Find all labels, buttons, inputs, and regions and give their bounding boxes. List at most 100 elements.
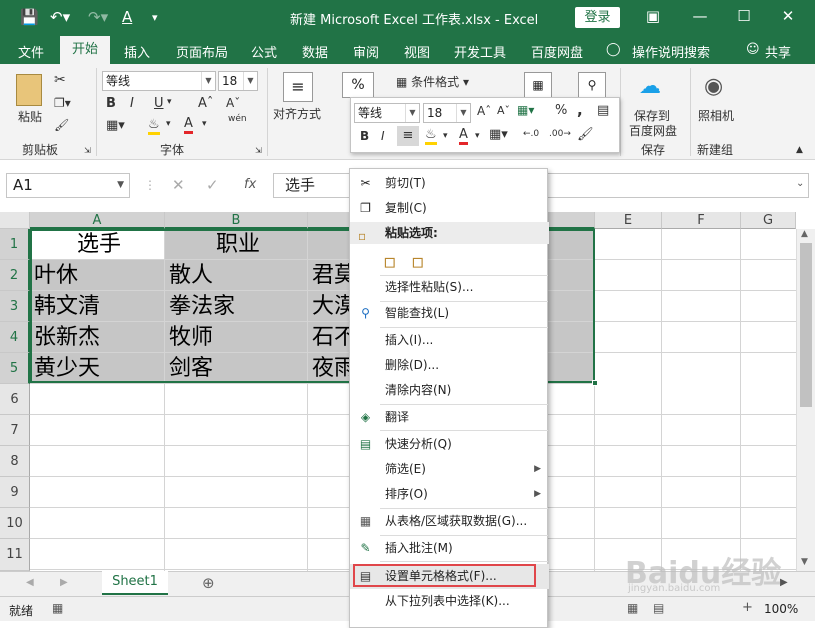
row-header-4[interactable]: 4 [0,322,30,353]
tab-file[interactable]: 文件 [18,42,44,61]
paste-keep-format-icon[interactable]: ▫ [383,249,397,273]
tab-view[interactable]: 视图 [404,42,430,61]
scroll-up-icon[interactable]: ▲ [801,229,808,239]
clipboard-launcher-icon[interactable]: ⇲ [84,146,91,155]
mini-shrink-font-icon[interactable]: Aˇ [497,104,510,117]
select-all-corner[interactable] [0,212,30,229]
enter-formula-icon[interactable]: ✓ [206,176,219,194]
cut-icon[interactable]: ✂ [54,72,66,88]
menu-item-get-data[interactable]: ▦ 从表格/区域获取数据(G)... [350,509,549,534]
italic-icon[interactable]: I [130,96,134,111]
mini-font-name-combo[interactable]: 等线 ▼ [354,103,420,123]
tell-me-search[interactable]: 操作说明搜索 [632,42,710,61]
insert-function-icon[interactable]: fx [244,177,256,192]
menu-item-translate[interactable]: ◈ 翻译 [350,405,549,430]
macro-record-icon[interactable]: ▦ [52,601,63,615]
row-header-3[interactable]: 3 [0,291,30,322]
redo-icon[interactable]: ↷▾ [88,8,108,26]
copy-icon[interactable]: ❐▾ [54,96,71,110]
mini-center-align-icon[interactable]: ≡ [397,126,419,146]
column-header-g[interactable]: G [741,212,796,229]
cell-b5[interactable]: 剑客 [165,353,308,384]
tab-page-layout[interactable]: 页面布局 [176,42,228,61]
collapse-ribbon-icon[interactable]: ▲ [796,145,803,155]
alignment-button[interactable]: 对齐方式 [273,105,321,122]
minimize-icon[interactable]: — [688,7,712,25]
paste-values-icon[interactable]: ▫ [411,249,425,273]
maximize-icon[interactable]: ☐ [732,7,756,25]
font-color-quick-icon[interactable]: A [122,8,132,26]
mini-font-color-dropdown-icon[interactable]: ▾ [475,131,480,141]
prev-sheet-icon[interactable]: ◀ [26,577,34,588]
share-button[interactable]: 共享 [765,42,791,61]
mini-format-table-icon[interactable]: ▤ [597,103,609,118]
font-size-combo[interactable]: 18 ▼ [218,71,258,91]
tab-home[interactable]: 开始 [60,36,110,64]
cancel-formula-icon[interactable]: ✕ [172,176,185,194]
save-icon[interactable]: 💾 [20,8,39,26]
borders-icon[interactable]: ▦▾ [106,118,125,133]
mini-bold-icon[interactable]: B [360,129,369,143]
cell-a3[interactable]: 韩文清 [30,291,165,322]
cell-a2[interactable]: 叶休 [30,260,165,291]
expand-formula-icon[interactable]: ⌄ [796,178,804,189]
ribbon-display-icon[interactable]: ▣ [641,7,665,25]
underline-dropdown-icon[interactable]: ▾ [167,97,172,107]
page-layout-view-icon[interactable]: ▤ [653,601,664,615]
normal-view-icon[interactable]: ▦ [627,601,638,615]
cell-b3[interactable]: 拳法家 [165,291,308,322]
close-icon[interactable]: ✕ [776,7,800,25]
row-header-11[interactable]: 11 [0,539,30,571]
undo-icon[interactable]: ↶▾ [50,8,70,26]
tab-review[interactable]: 审阅 [353,42,379,61]
row-header-2[interactable]: 2 [0,260,30,291]
mini-fill-color-icon[interactable]: ♨ [425,127,437,145]
name-box[interactable]: A1 ▼ [6,173,130,198]
camera-button[interactable]: 照相机 [698,107,734,124]
format-painter-icon[interactable]: 🖌 [54,118,69,132]
menu-item-paste-special[interactable]: 选择性粘贴(S)... [350,275,549,300]
mini-decrease-decimal-icon[interactable]: .00→ [549,129,571,139]
tab-baidu-netdisk[interactable]: 百度网盘 [531,42,583,61]
mini-grow-font-icon[interactable]: Aˆ [477,104,491,118]
column-header-e[interactable]: E [595,212,662,229]
row-header-1[interactable]: 1 [0,229,30,260]
conditional-format-button[interactable]: ▦ 条件格式 ▾ [396,73,469,90]
font-color-icon[interactable]: A [184,116,193,134]
mini-italic-icon[interactable]: I [381,129,385,143]
name-box-dropdown-icon[interactable]: ▼ [117,174,124,197]
add-sheet-icon[interactable]: ⊕ [202,574,215,592]
zoom-in-icon[interactable]: + [742,600,753,615]
zoom-level[interactable]: 100% [764,602,798,616]
number-format-icon[interactable]: % [342,72,374,98]
scroll-down-icon[interactable]: ▼ [801,557,808,567]
mini-font-size-combo[interactable]: 18 ▼ [423,103,471,123]
menu-item-filter[interactable]: 筛选(E) ▶ [350,457,549,482]
font-launcher-icon[interactable]: ⇲ [255,146,262,155]
grow-font-icon[interactable]: Aˆ [198,96,213,111]
row-header-5[interactable]: 5 [0,353,30,384]
cell-b1[interactable]: 职业 [165,229,308,260]
save-baidu-label-2[interactable]: 百度网盘 [629,122,677,139]
row-header-6[interactable]: 6 [0,384,30,415]
tab-data[interactable]: 数据 [302,42,328,61]
row-header-9[interactable]: 9 [0,477,30,508]
menu-item-copy[interactable]: ❐ 复制(C) [350,196,549,221]
mini-comma-icon[interactable]: , [577,101,583,119]
fill-color-icon[interactable]: ♨ [148,117,160,135]
vertical-scroll-thumb[interactable] [800,243,812,407]
mini-font-color-icon[interactable]: A [459,127,468,145]
vertical-scrollbar[interactable]: ▲ ▼ [796,229,815,571]
row-header-10[interactable]: 10 [0,508,30,539]
menu-item-smart-lookup[interactable]: ⚲ 智能查找(L) [350,301,549,326]
menu-item-insert[interactable]: 插入(I)... [350,328,549,353]
menu-item-quick-analysis[interactable]: ▤ 快速分析(Q) [350,432,549,457]
camera-icon[interactable]: ◉ [704,74,723,99]
cell-a1[interactable]: 选手 [30,229,165,260]
menu-item-sort[interactable]: 排序(O) ▶ [350,482,549,507]
baidu-netdisk-icon[interactable]: ☁ [639,74,661,99]
menu-item-insert-comment[interactable]: ✎ 插入批注(M) [350,536,549,561]
sheet-tab-sheet1[interactable]: Sheet1 [102,571,168,595]
login-button[interactable]: 登录 [575,7,620,28]
mini-format-painter-icon[interactable]: 🖌 [577,127,594,142]
